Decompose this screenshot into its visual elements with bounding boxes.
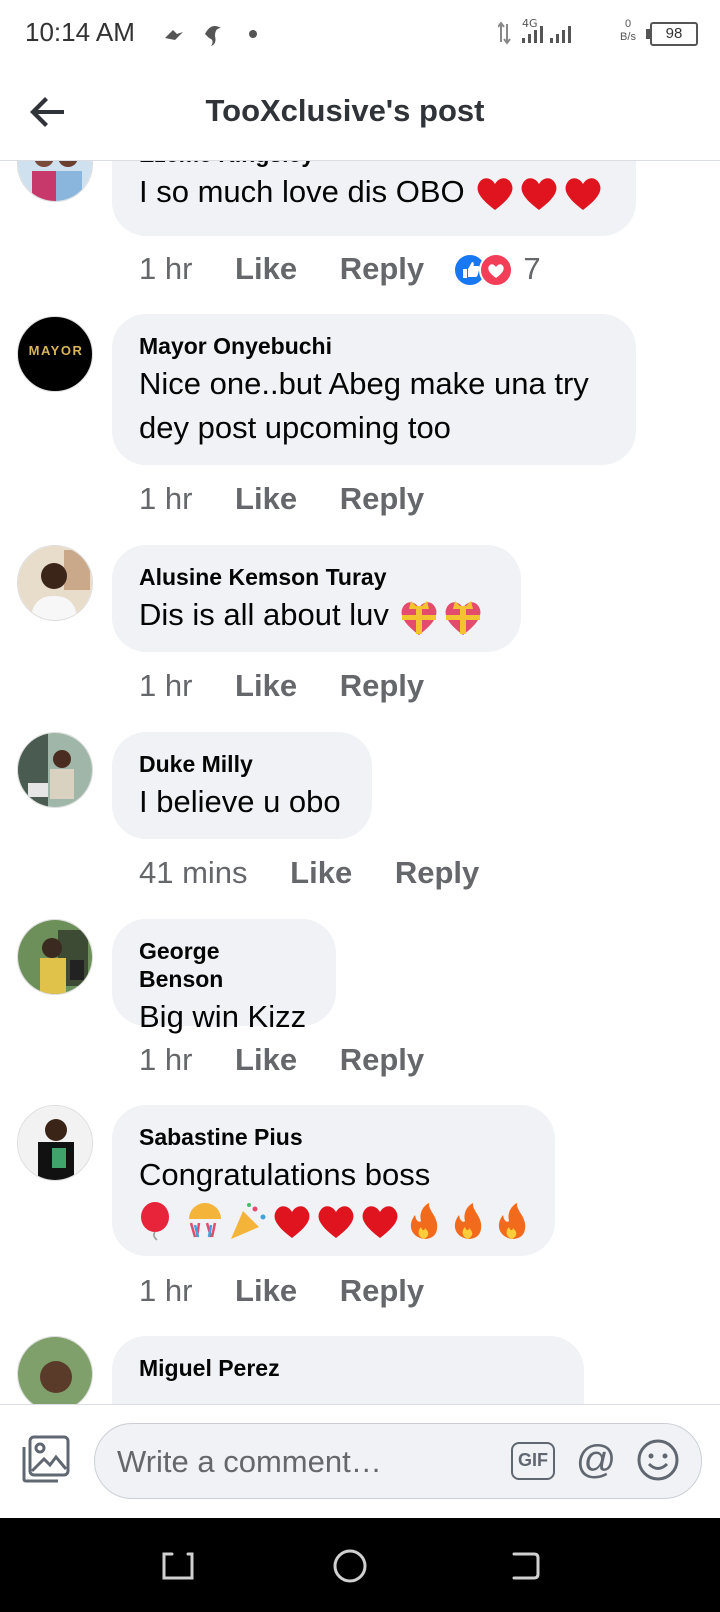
comment-actions: 1 hr Like Reply xyxy=(139,479,424,519)
like-button[interactable]: Like xyxy=(235,666,297,706)
comment-actions: 1 hr Like Reply xyxy=(139,1271,424,1311)
comment-text: Dis is all about luv xyxy=(139,593,493,637)
reaction-count[interactable]: 7 xyxy=(523,249,540,289)
comment-input[interactable]: Write a comment… GIF @ xyxy=(94,1423,702,1499)
comment-bubble[interactable]: Sabastine Pius Congratulations boss xyxy=(112,1105,555,1256)
comment-author[interactable]: Ezeme Kingsley xyxy=(139,160,608,168)
notification-icon xyxy=(165,30,183,40)
comment-bubble[interactable]: Alusine Kemson Turay Dis is all about lu… xyxy=(112,545,521,652)
comment-author[interactable]: Alusine Kemson Turay xyxy=(139,563,493,591)
comment-bubble[interactable]: Mayor Onyebuchi Nice one..but Abeg make … xyxy=(112,314,636,465)
comment-list[interactable]: Ezeme Kingsley I so much love dis OBO 1 … xyxy=(0,160,720,1404)
photo-icon[interactable] xyxy=(20,1433,72,1485)
back-icon[interactable] xyxy=(504,1546,544,1586)
comment-time: 41 mins xyxy=(139,855,248,890)
system-nav-bar xyxy=(0,1518,720,1612)
avatar[interactable] xyxy=(17,919,93,995)
comment-bubble[interactable]: Ezeme Kingsley I so much love dis OBO xyxy=(112,160,636,236)
reply-button[interactable]: Reply xyxy=(340,1271,424,1311)
network-type: 4G xyxy=(522,17,538,30)
comment-text: I so much love dis OBO xyxy=(139,170,608,214)
like-button[interactable]: Like xyxy=(235,1040,297,1080)
comment-input-placeholder: Write a comment… xyxy=(117,1444,382,1479)
comment-text: Nice one..but Abeg make una try dey post… xyxy=(139,366,589,445)
avatar[interactable] xyxy=(17,160,93,202)
dot-icon xyxy=(249,30,257,38)
status-time: 10:14 AM xyxy=(25,17,135,47)
like-button[interactable]: Like xyxy=(290,853,352,893)
avatar[interactable]: MAYOR xyxy=(17,316,93,392)
comment-bubble[interactable]: George Benson Big win Kizz xyxy=(112,919,336,1034)
status-bar: 10:14 AM 4G 0 B/s 98 xyxy=(0,0,720,66)
reply-button[interactable]: Reply xyxy=(340,1040,424,1080)
comment-text: I believe u obo xyxy=(139,784,341,819)
reply-button[interactable]: Reply xyxy=(395,853,479,893)
avatar-text: MAYOR xyxy=(28,343,84,358)
comment-actions: 1 hr Like Reply 7 xyxy=(139,249,541,289)
like-button[interactable]: Like xyxy=(235,479,297,519)
comment-author[interactable]: Miguel Perez xyxy=(139,1354,556,1382)
comment-text: Congratulations boss xyxy=(139,1153,527,1241)
comment-time: 1 hr xyxy=(139,481,193,516)
celebration-emojis xyxy=(141,1201,526,1241)
home-icon[interactable] xyxy=(330,1546,370,1586)
header: TooXclusive's post xyxy=(0,66,720,161)
gift-heart-emojis xyxy=(402,600,481,635)
app-notification-icon xyxy=(205,26,221,46)
heart-emojis xyxy=(477,178,601,210)
comment-actions: 41 mins Like Reply xyxy=(139,853,479,893)
comment-actions: 1 hr Like Reply xyxy=(139,1040,424,1080)
reply-button[interactable]: Reply xyxy=(340,479,424,519)
comment-time: 1 hr xyxy=(139,1042,193,1077)
comment-bubble[interactable]: Duke Milly I believe u obo xyxy=(112,732,372,839)
avatar[interactable] xyxy=(17,732,93,808)
battery-icon: 98 xyxy=(646,22,698,46)
like-button[interactable]: Like xyxy=(235,249,297,289)
emoji-icon[interactable] xyxy=(635,1437,681,1483)
love-reaction-icon xyxy=(478,252,513,287)
comment-text: Big win Kizz xyxy=(139,999,307,1034)
notification-icons xyxy=(165,26,257,46)
comment-author[interactable]: Duke Milly xyxy=(139,750,344,778)
mention-button[interactable]: @ xyxy=(573,1437,619,1483)
avatar[interactable] xyxy=(17,1105,93,1181)
like-button[interactable]: Like xyxy=(235,1271,297,1311)
avatar[interactable] xyxy=(17,1336,93,1404)
gif-button[interactable]: GIF xyxy=(511,1442,555,1480)
comment-author[interactable]: Mayor Onyebuchi xyxy=(139,332,608,360)
page-title: TooXclusive's post xyxy=(205,93,485,128)
comment-time: 1 hr xyxy=(139,251,193,286)
net-speed: 0 B/s xyxy=(620,18,636,43)
signal-icon: 4G xyxy=(498,17,571,45)
comment-actions: 1 hr Like Reply xyxy=(139,666,424,706)
status-icons: 4G 0 B/s 98 xyxy=(498,16,698,50)
comment-time: 1 hr xyxy=(139,668,193,703)
comment-bubble[interactable]: Miguel Perez xyxy=(112,1336,584,1404)
avatar[interactable] xyxy=(17,545,93,621)
comment-author[interactable]: George Benson xyxy=(139,937,308,993)
reactions-summary[interactable] xyxy=(449,250,519,287)
comment-author[interactable]: Sabastine Pius xyxy=(139,1123,527,1151)
reply-button[interactable]: Reply xyxy=(340,249,424,289)
comment-time: 1 hr xyxy=(139,1273,193,1308)
recent-apps-icon[interactable] xyxy=(158,1546,198,1586)
comment-composer: Write a comment… GIF @ xyxy=(0,1404,720,1519)
reply-button[interactable]: Reply xyxy=(340,666,424,706)
